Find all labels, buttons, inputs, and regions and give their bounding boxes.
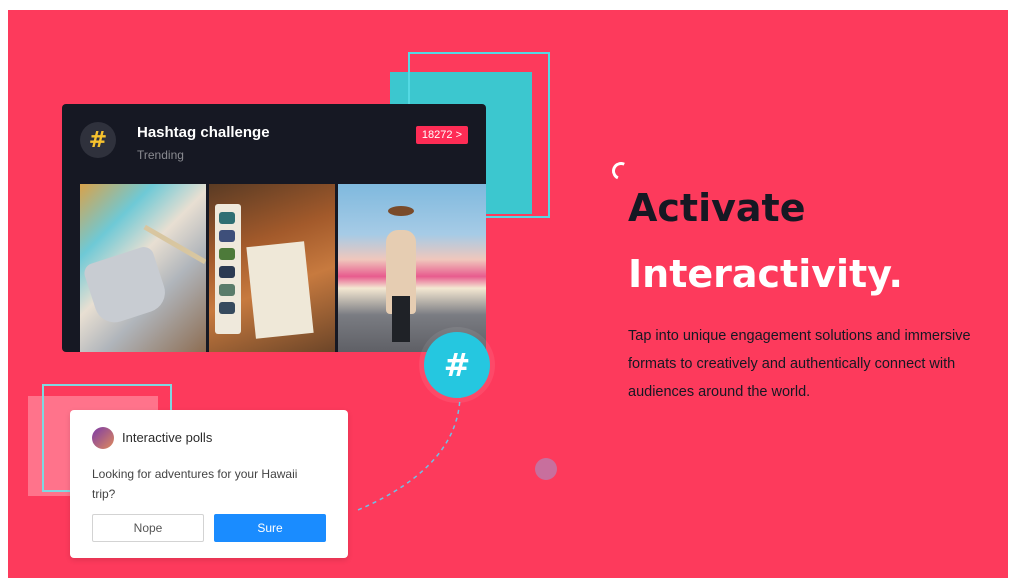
cup-shape — [81, 244, 171, 328]
hat-shape — [388, 206, 414, 216]
hero-section: # Hashtag challenge Trending 18272 > # I… — [8, 10, 1008, 578]
headline-line-1: Activate — [628, 186, 806, 230]
avatar — [92, 427, 114, 449]
painter-legs — [392, 296, 410, 342]
thumbnail-watercolor-drawing[interactable] — [209, 184, 335, 352]
drawing-paper — [246, 241, 314, 339]
hashtag-challenge-card[interactable]: # Hashtag challenge Trending 18272 > — [62, 104, 486, 352]
hashtag-circle-icon: # — [424, 332, 490, 398]
poll-title: Interactive polls — [122, 430, 213, 445]
poll-question: Looking for adventures for your Hawaii t… — [92, 467, 298, 501]
hashtag-card-title: Hashtag challenge — [137, 124, 270, 141]
hashtag-thumbnails — [80, 184, 486, 352]
decorative-dot — [535, 458, 557, 480]
thumbnail-mural-painter[interactable] — [338, 184, 486, 352]
paint-swatches — [219, 212, 237, 314]
hashtag-card-subtitle: Trending — [137, 148, 184, 162]
poll-option-nope-button[interactable]: Nope — [92, 514, 204, 542]
interactive-poll-card: Interactive polls Looking for adventures… — [70, 410, 348, 558]
poll-option-sure-button[interactable]: Sure — [214, 514, 326, 542]
decorative-arc — [609, 159, 633, 183]
thumbnail-paint-cup[interactable] — [80, 184, 206, 352]
headline-line-2: Interactivity. — [628, 252, 903, 296]
hashtag-count-badge[interactable]: 18272 > — [415, 126, 468, 144]
hashtag-icon: # — [80, 122, 116, 158]
hero-description: Tap into unique engagement solutions and… — [628, 328, 971, 400]
